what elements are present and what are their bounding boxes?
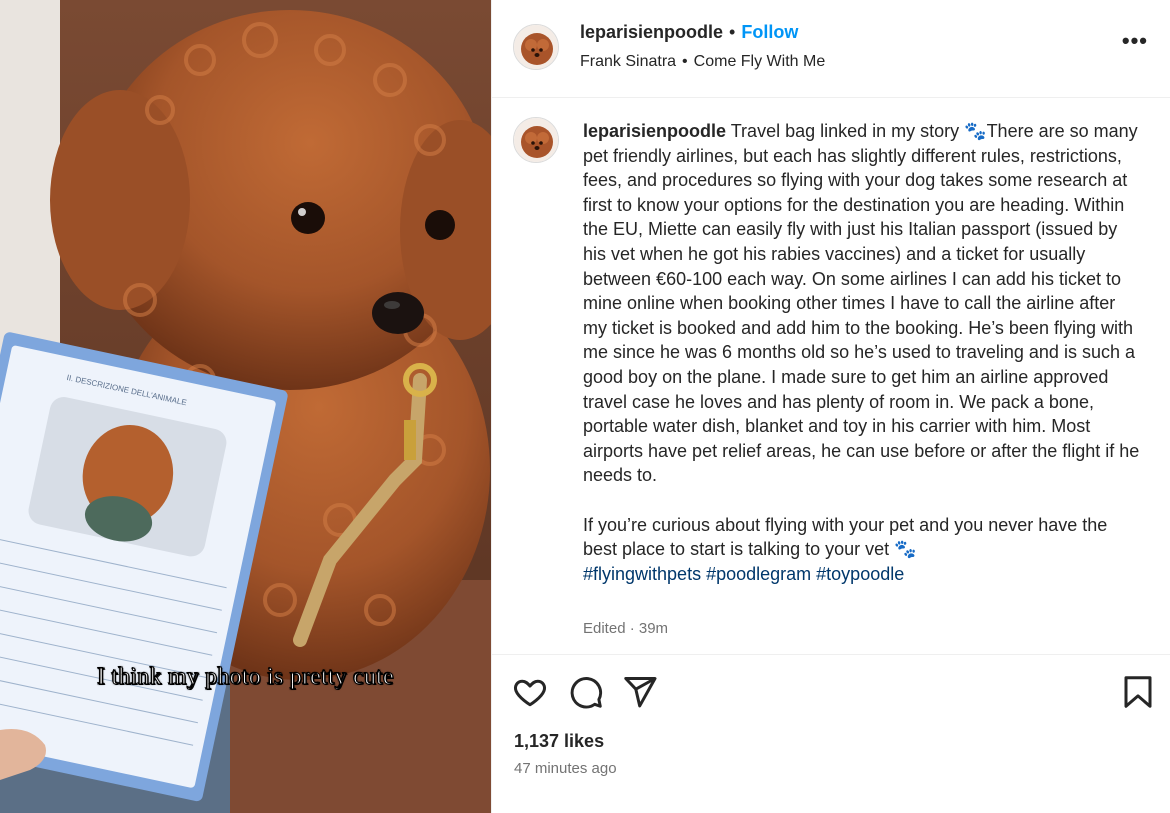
caption-username-link[interactable]: leparisienpoodle	[583, 121, 726, 141]
caption-section: leparisienpoodle Travel bag linked in my…	[492, 99, 1170, 655]
caption-paragraph-2: If you’re curious about flying with your…	[583, 513, 1143, 587]
follow-button[interactable]: Follow	[741, 22, 798, 42]
caption-text: leparisienpoodle Travel bag linked in my…	[583, 119, 1143, 586]
hashtag-link[interactable]: #flyingwithpets	[583, 564, 701, 584]
avatar-image	[514, 118, 558, 162]
caption-body: Travel bag linked in my story 🐾There are…	[583, 121, 1140, 486]
caption-avatar[interactable]	[513, 117, 559, 163]
more-options-icon[interactable]: •••	[1122, 28, 1148, 54]
bookmark-icon[interactable]	[1120, 674, 1156, 710]
avatar[interactable]	[513, 24, 559, 70]
music-song[interactable]: Come Fly With Me	[694, 53, 826, 70]
share-icon[interactable]	[622, 674, 658, 710]
caption-body-2: If you’re curious about flying with your…	[583, 514, 1108, 560]
separator-dot: •	[729, 22, 736, 42]
post-header: leparisienpoodle • Follow Frank Sinatra • Co…	[492, 0, 1170, 98]
hashtag-link[interactable]: #poodlegram	[706, 564, 811, 584]
post-timestamp[interactable]: 47 minutes ago	[514, 760, 617, 777]
header-line: leparisienpoodle • Follow	[580, 22, 798, 43]
caption-paragraph: leparisienpoodle Travel bag linked in my…	[583, 119, 1143, 488]
username-link[interactable]: leparisienpoodle	[580, 22, 723, 42]
comment-icon[interactable]	[568, 674, 604, 710]
avatar-image	[514, 25, 558, 69]
action-bar: 1,137 likes 47 minutes ago	[492, 656, 1170, 813]
heart-icon[interactable]	[512, 674, 548, 710]
hashtag-link[interactable]: #toypoodle	[816, 564, 904, 584]
dog-photo: II. DESCRIZIONE DELL'ANIMALE	[0, 0, 491, 813]
edited-timestamp: Edited · 39m	[583, 620, 669, 637]
video-subtitle: I think my photo is pretty cute	[97, 664, 395, 691]
post-media[interactable]: II. DESCRIZIONE DELL'ANIMALE I think my …	[0, 0, 491, 813]
separator-dot: •	[682, 53, 688, 70]
music-artist[interactable]: Frank Sinatra	[580, 53, 676, 70]
audio-attribution[interactable]: Frank Sinatra • Come Fly With Me	[580, 53, 825, 71]
hashtag-list: #flyingwithpets #poodlegram #toypoodle	[583, 564, 909, 584]
like-count[interactable]: 1,137 likes	[514, 731, 604, 752]
